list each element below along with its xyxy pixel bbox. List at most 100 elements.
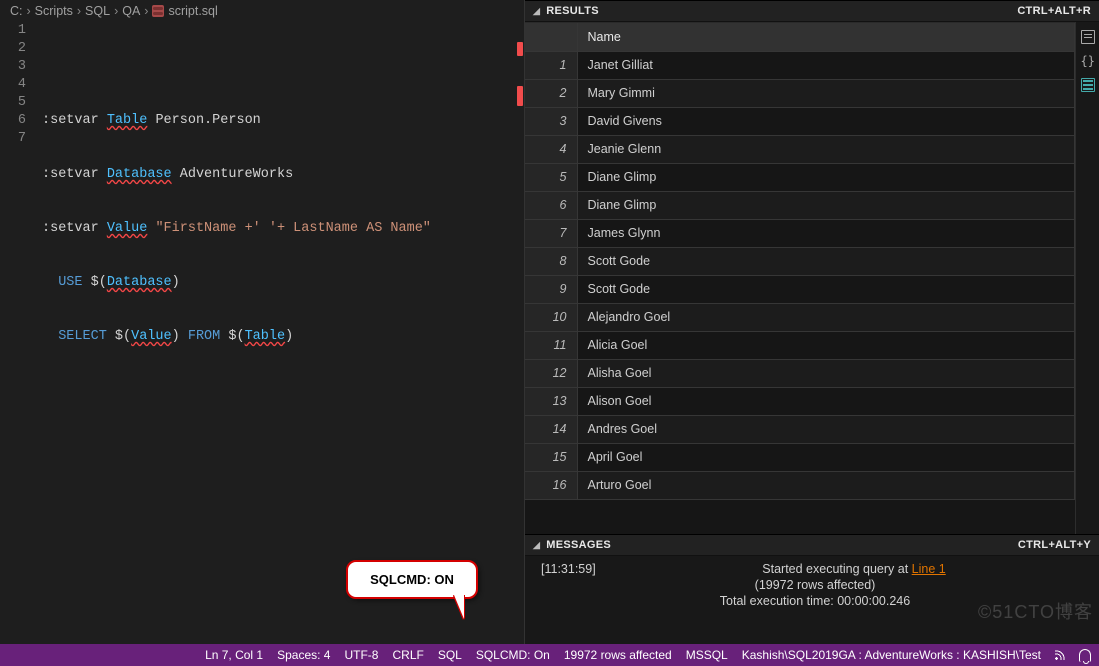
token: SELECT [58, 329, 107, 344]
name-cell[interactable]: Diane Glimp [577, 163, 1075, 191]
messages-header[interactable]: ◢ MESSAGES CTRL+ALT+Y [525, 534, 1099, 556]
results-grid[interactable]: Name 1Janet Gilliat2Mary Gimmi3David Giv… [525, 22, 1075, 534]
column-header-name[interactable]: Name [577, 23, 1075, 51]
results-hotkey: CTRL+ALT+R [1017, 5, 1091, 17]
breadcrumb-file[interactable]: script.sql [168, 4, 217, 18]
name-cell[interactable]: Arturo Goel [577, 471, 1075, 499]
name-cell[interactable]: Alejandro Goel [577, 303, 1075, 331]
line-number: 3 [0, 58, 26, 76]
chevron-right-icon: › [144, 4, 148, 18]
code-area[interactable]: :setvar Table Person.Person :setvar Data… [42, 22, 524, 644]
token: $( [115, 329, 131, 344]
name-cell[interactable]: Jeanie Glenn [577, 135, 1075, 163]
row-number-cell: 7 [525, 219, 577, 247]
table-row[interactable]: 15April Goel [525, 443, 1075, 471]
line-number: 1 [0, 22, 26, 40]
table-row[interactable]: 7James Glynn [525, 219, 1075, 247]
breadcrumb[interactable]: C: › Scripts › SQL › QA › script.sql [0, 0, 524, 22]
name-cell[interactable]: Alicia Goel [577, 331, 1075, 359]
line-number: 5 [0, 94, 26, 112]
row-number-cell: 5 [525, 163, 577, 191]
name-cell[interactable]: David Givens [577, 107, 1075, 135]
collapse-icon[interactable]: ◢ [533, 6, 540, 17]
breadcrumb-seg[interactable]: Scripts [35, 4, 73, 18]
results-header[interactable]: ◢ RESULTS CTRL+ALT+R [525, 0, 1099, 22]
editor-pane: C: › Scripts › SQL › QA › script.sql 123… [0, 0, 525, 644]
table-row[interactable]: 5Diane Glimp [525, 163, 1075, 191]
message-timestamp: [11:31:59] [541, 562, 619, 576]
name-cell[interactable]: Mary Gimmi [577, 79, 1075, 107]
table-row[interactable]: 3David Givens [525, 107, 1075, 135]
status-engine[interactable]: MSSQL [686, 648, 728, 662]
table-row[interactable]: 12Alisha Goel [525, 359, 1075, 387]
status-connection[interactable]: Kashish\SQL2019GA : AdventureWorks : KAS… [742, 648, 1041, 662]
save-json-icon[interactable]: {} [1081, 54, 1095, 68]
row-number-cell: 6 [525, 191, 577, 219]
line-number: 2 [0, 40, 26, 58]
code-editor[interactable]: 1234567 :setvar Table Person.Person :set… [0, 22, 524, 644]
table-row[interactable]: 9Scott Gode [525, 275, 1075, 303]
name-cell[interactable]: Andres Goel [577, 415, 1075, 443]
row-number-cell: 10 [525, 303, 577, 331]
breadcrumb-seg[interactable]: QA [122, 4, 140, 18]
name-cell[interactable]: April Goel [577, 443, 1075, 471]
status-spaces[interactable]: Spaces: 4 [277, 648, 330, 662]
row-number-cell: 16 [525, 471, 577, 499]
message-rows-affected: (19972 rows affected) [541, 578, 1089, 592]
token: Table [107, 113, 148, 128]
overview-ruler[interactable] [514, 22, 524, 644]
name-cell[interactable]: James Glynn [577, 219, 1075, 247]
feedback-icon[interactable] [1055, 650, 1065, 660]
name-cell[interactable]: Diane Glimp [577, 191, 1075, 219]
token: AdventureWorks [180, 167, 293, 182]
save-excel-icon[interactable] [1081, 78, 1095, 92]
row-number-cell: 9 [525, 275, 577, 303]
status-encoding[interactable]: UTF-8 [344, 648, 378, 662]
table-row[interactable]: 14Andres Goel [525, 415, 1075, 443]
token: Value [107, 221, 148, 236]
results-area: Name 1Janet Gilliat2Mary Gimmi3David Giv… [525, 22, 1099, 534]
status-rows[interactable]: 19972 rows affected [564, 648, 672, 662]
status-eol[interactable]: CRLF [392, 648, 423, 662]
name-cell[interactable]: Alison Goel [577, 387, 1075, 415]
row-number-cell: 15 [525, 443, 577, 471]
status-sqlcmd[interactable]: SQLCMD: On [476, 648, 550, 662]
token: "FirstName +' '+ LastName AS Name" [155, 221, 430, 236]
line-number: 4 [0, 76, 26, 94]
table-row[interactable]: 4Jeanie Glenn [525, 135, 1075, 163]
chevron-right-icon: › [27, 4, 31, 18]
line-number: 6 [0, 112, 26, 130]
chevron-right-icon: › [77, 4, 81, 18]
status-cursorpos[interactable]: Ln 7, Col 1 [205, 648, 263, 662]
name-cell[interactable]: Scott Gode [577, 275, 1075, 303]
collapse-icon[interactable]: ◢ [533, 540, 540, 551]
messages-title: MESSAGES [546, 539, 611, 551]
message-line-link[interactable]: Line 1 [912, 562, 946, 576]
table-row[interactable]: 8Scott Gode [525, 247, 1075, 275]
table-row[interactable]: 11Alicia Goel [525, 331, 1075, 359]
name-cell[interactable]: Scott Gode [577, 247, 1075, 275]
messages-hotkey: CTRL+ALT+Y [1018, 539, 1091, 551]
breadcrumb-seg[interactable]: C: [10, 4, 23, 18]
message-started: Started executing query at Line 1 [619, 562, 1089, 576]
table-row[interactable]: 6Diane Glimp [525, 191, 1075, 219]
table-row[interactable]: 10Alejandro Goel [525, 303, 1075, 331]
name-cell[interactable]: Alisha Goel [577, 359, 1075, 387]
breadcrumb-seg[interactable]: SQL [85, 4, 110, 18]
table-row[interactable]: 16Arturo Goel [525, 471, 1075, 499]
table-row[interactable]: 2Mary Gimmi [525, 79, 1075, 107]
status-language[interactable]: SQL [438, 648, 462, 662]
database-icon [152, 5, 164, 17]
save-csv-icon[interactable] [1081, 30, 1095, 44]
token: :setvar [42, 113, 99, 128]
status-bar: Ln 7, Col 1 Spaces: 4 UTF-8 CRLF SQL SQL… [0, 644, 1099, 666]
message-started-text: Started executing query at [762, 562, 911, 576]
token: ) [285, 329, 293, 344]
name-cell[interactable]: Janet Gilliat [577, 51, 1075, 79]
notifications-icon[interactable] [1079, 649, 1091, 662]
row-number-cell: 14 [525, 415, 577, 443]
table-row[interactable]: 13Alison Goel [525, 387, 1075, 415]
token: ) [172, 329, 180, 344]
table-row[interactable]: 1Janet Gilliat [525, 51, 1075, 79]
token: FROM [188, 329, 220, 344]
